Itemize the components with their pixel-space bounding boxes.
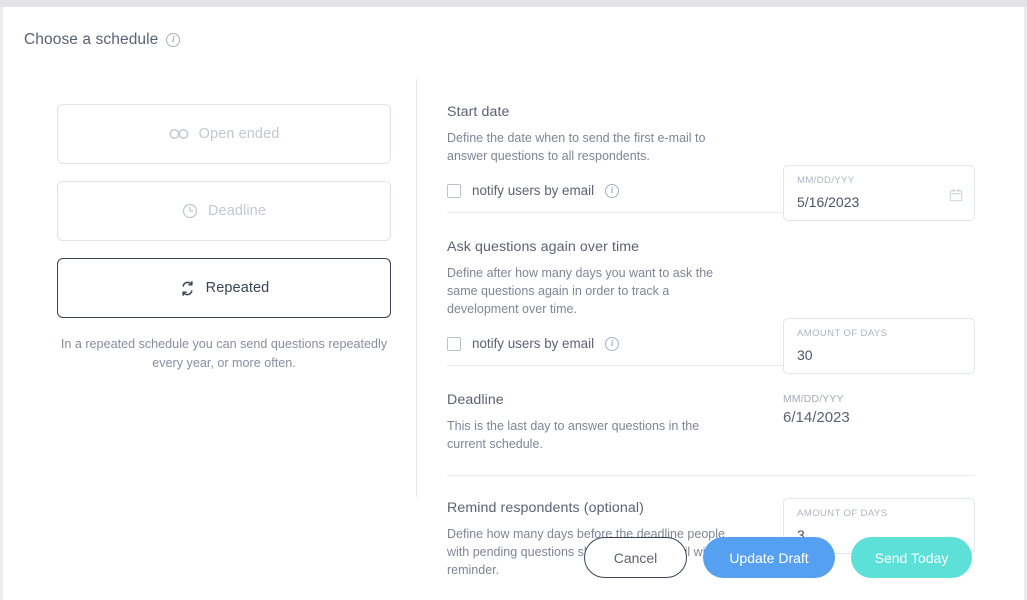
amount-of-days-field[interactable]: AMOUNT OF DAYS 30 bbox=[783, 318, 975, 374]
schedule-option-deadline[interactable]: Deadline bbox=[57, 181, 391, 241]
start-date-field[interactable]: MM/DD/YYY 5/16/2023 bbox=[783, 165, 975, 221]
schedule-option-label: Repeated bbox=[205, 280, 270, 296]
notify-checkbox[interactable] bbox=[447, 183, 461, 198]
notify-label: notify users by email bbox=[472, 336, 595, 351]
section-start-date: Start date Define the date when to send … bbox=[447, 104, 975, 221]
field-label: MM/DD/YYY bbox=[797, 175, 855, 186]
section-title: Ask questions again over time bbox=[447, 239, 640, 255]
window-top-strip bbox=[0, 0, 1027, 7]
section-title: Start date bbox=[447, 104, 510, 120]
field-label: MM/DD/YYY bbox=[783, 394, 844, 405]
panel-divider bbox=[416, 79, 417, 497]
schedule-option-label: Open ended bbox=[198, 126, 280, 142]
send-today-button[interactable]: Send Today bbox=[851, 537, 972, 578]
footer-actions: Cancel Update Draft Send Today bbox=[3, 537, 1024, 578]
notify-checkbox[interactable] bbox=[447, 336, 461, 351]
schedule-option-repeated[interactable]: Repeated bbox=[57, 258, 391, 318]
section-description: This is the last day to answer questions… bbox=[447, 419, 700, 451]
notify-label: notify users by email bbox=[472, 183, 595, 198]
info-icon[interactable]: i bbox=[605, 183, 620, 198]
clock-icon bbox=[182, 203, 198, 219]
section-deadline: Deadline This is the last day to answer … bbox=[447, 392, 975, 475]
page-header: Choose a schedule i bbox=[24, 31, 181, 49]
infinity-icon bbox=[169, 127, 189, 141]
update-draft-button[interactable]: Update Draft bbox=[703, 537, 835, 578]
section-description: Define the date when to send the first e… bbox=[447, 131, 706, 163]
schedule-settings-panel: Start date Define the date when to send … bbox=[447, 104, 975, 579]
section-description: Define after how many days you want to a… bbox=[447, 266, 714, 316]
section-ask-again: Ask questions again over time Define aft… bbox=[447, 239, 975, 374]
field-value: 30 bbox=[797, 347, 813, 363]
schedule-options-panel: Open ended Deadline Repeated In a repeat… bbox=[57, 104, 391, 373]
page-title: Choose a schedule bbox=[24, 31, 159, 48]
deadline-date-display: MM/DD/YYY 6/14/2023 bbox=[783, 394, 975, 426]
schedule-help-text: In a repeated schedule you can send ques… bbox=[60, 337, 388, 370]
field-label: AMOUNT OF DAYS bbox=[797, 328, 888, 339]
info-icon[interactable]: i bbox=[605, 336, 620, 351]
schedule-option-open-ended[interactable]: Open ended bbox=[57, 104, 391, 164]
field-value: 5/16/2023 bbox=[797, 194, 860, 210]
schedule-option-label: Deadline bbox=[207, 203, 267, 219]
field-label: AMOUNT OF DAYS bbox=[797, 508, 888, 519]
calendar-icon[interactable] bbox=[949, 188, 963, 202]
cancel-button[interactable]: Cancel bbox=[584, 537, 687, 578]
info-icon[interactable]: i bbox=[166, 33, 181, 47]
schedule-page: Choose a schedule i Open ended Deadline bbox=[3, 7, 1024, 600]
repeat-icon bbox=[179, 280, 196, 297]
field-value: 6/14/2023 bbox=[783, 409, 850, 426]
